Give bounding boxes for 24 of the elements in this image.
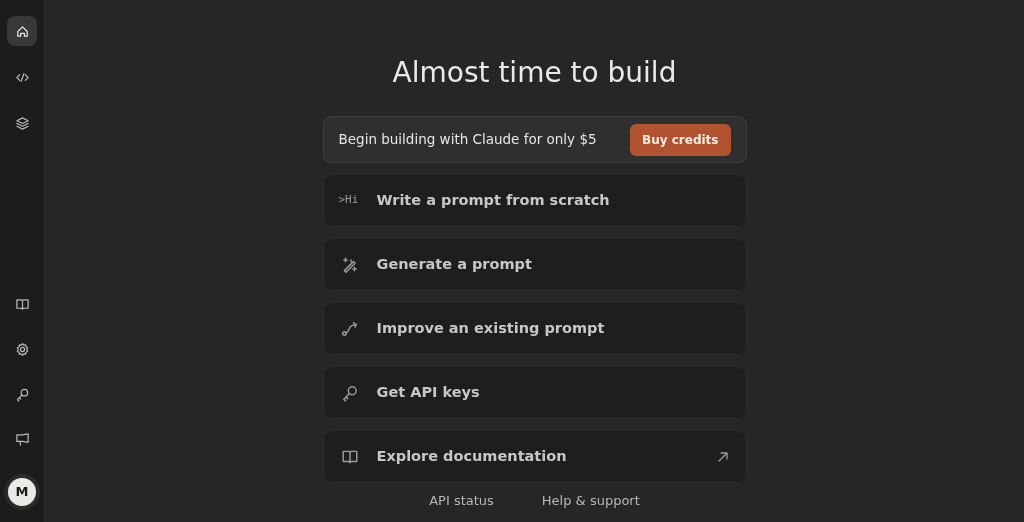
action-label: Explore documentation bbox=[376, 446, 568, 466]
home-icon bbox=[14, 23, 30, 39]
layers-icon bbox=[14, 115, 30, 131]
action-card[interactable]: Generate a prompt bbox=[322, 238, 747, 291]
action-label: Get API keys bbox=[376, 382, 481, 402]
action-card[interactable]: >Hi Write a prompt from scratch bbox=[322, 174, 747, 227]
action-label: Write a prompt from scratch bbox=[376, 190, 611, 210]
book-icon bbox=[14, 296, 30, 312]
prompt-icon: >Hi bbox=[338, 192, 361, 209]
action-card[interactable]: Get API keys bbox=[322, 366, 747, 419]
megaphone-icon bbox=[14, 431, 30, 447]
action-card[interactable]: Improve an existing prompt bbox=[322, 302, 747, 355]
sidebar-button[interactable] bbox=[7, 16, 37, 46]
banner-text: Begin building with Claude for only $5 bbox=[338, 130, 597, 150]
page-title: Almost time to build bbox=[392, 55, 677, 91]
key-icon bbox=[14, 386, 30, 402]
action-label: Generate a prompt bbox=[376, 254, 533, 274]
footer-link[interactable]: API status bbox=[429, 491, 494, 511]
action-label: Improve an existing prompt bbox=[376, 318, 606, 338]
action-card[interactable]: Explore documentation bbox=[322, 430, 747, 483]
settings-icon bbox=[14, 341, 30, 357]
buy-credits-button[interactable]: Buy credits bbox=[630, 123, 731, 156]
user-avatar[interactable]: M bbox=[8, 478, 36, 506]
footer-link[interactable]: Help & support bbox=[541, 491, 640, 511]
